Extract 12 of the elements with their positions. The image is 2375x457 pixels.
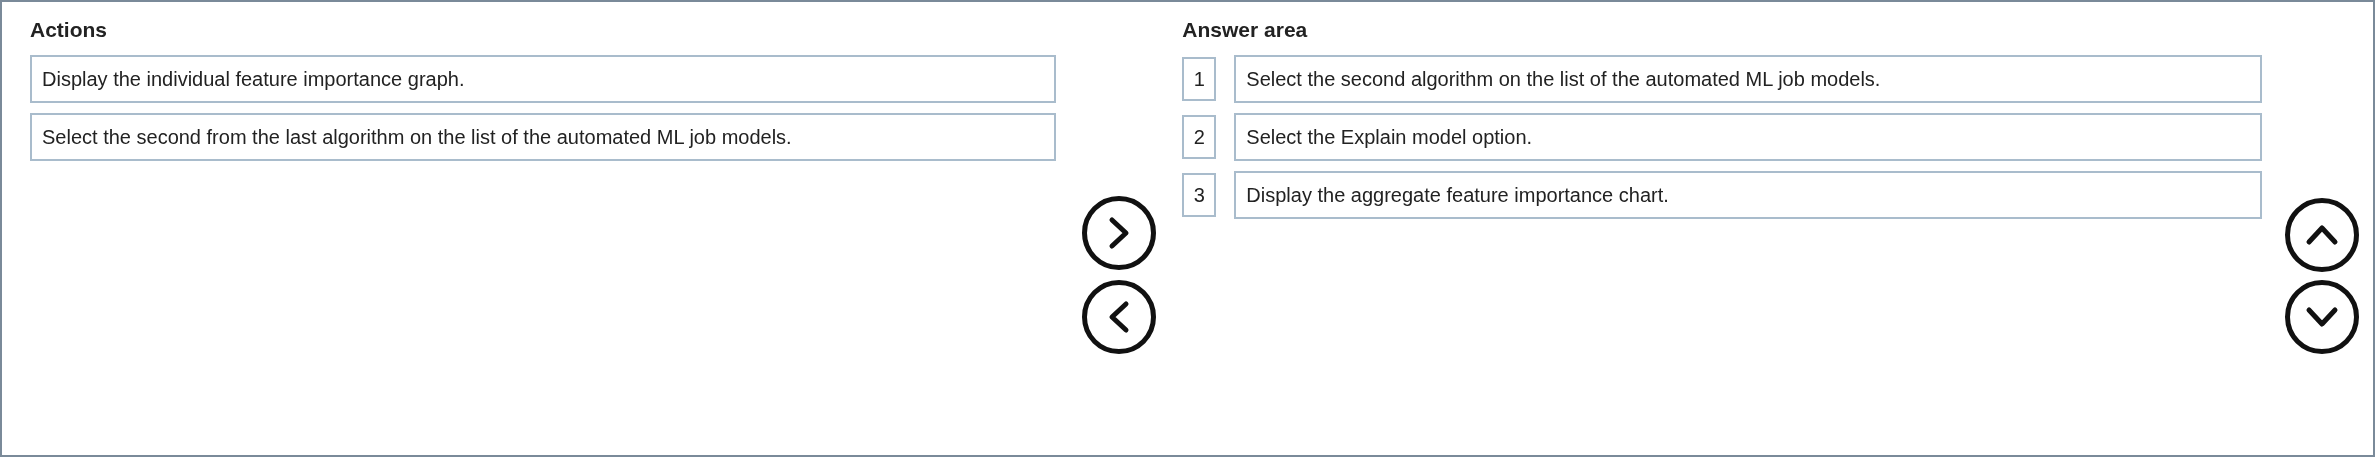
action-item[interactable]: Select the second from the last algorithm on the list of the automated ML job models.	[30, 113, 1056, 161]
answer-area-heading: Answer area	[1182, 18, 1309, 43]
order-number: 3	[1182, 173, 1217, 217]
chevron-up-icon	[2304, 222, 2339, 248]
answer-item[interactable]: Select the Explain model option.	[1234, 113, 2263, 161]
actions-heading: Actions	[30, 18, 108, 43]
answer-item[interactable]: Display the aggregate feature importance chart.	[1234, 171, 2263, 219]
order-number: 1	[1182, 57, 1217, 101]
answer-item[interactable]: Select the second algorithm on the list of the automated ML job models.	[1234, 55, 2263, 103]
order-number: 2	[1182, 115, 1217, 159]
action-item[interactable]: Display the individual feature importance graph.	[30, 55, 1056, 103]
chevron-down-icon	[2304, 304, 2339, 330]
